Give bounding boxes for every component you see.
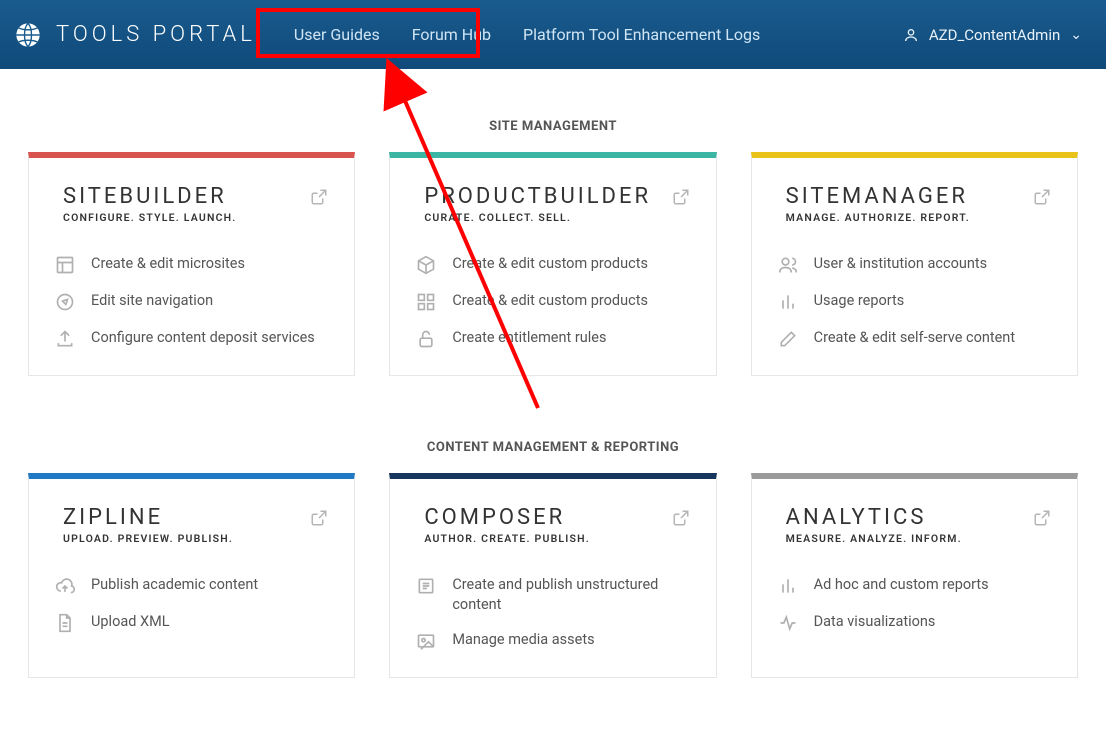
feature-item[interactable]: Create & edit custom products	[416, 283, 689, 320]
feature-item[interactable]: Create & edit self-serve content	[778, 320, 1051, 357]
card-subtitle: AUTHOR. CREATE. PUBLISH.	[424, 532, 590, 545]
logo-text: TOOLS PORTAL	[56, 22, 256, 47]
feature-item[interactable]: Create & edit custom products	[416, 246, 689, 283]
external-link-icon[interactable]	[310, 188, 328, 206]
card-title: ANALYTICS	[786, 505, 962, 530]
card-subtitle: UPLOAD. PREVIEW. PUBLISH.	[63, 532, 233, 545]
card-subtitle: MEASURE. ANALYZE. INFORM.	[786, 532, 962, 545]
document-icon	[416, 576, 436, 596]
card-zipline[interactable]: ZIPLINE UPLOAD. PREVIEW. PUBLISH. Publis…	[28, 473, 355, 678]
file-icon	[55, 613, 75, 633]
card-title: ZIPLINE	[63, 505, 233, 530]
external-link-icon[interactable]	[1033, 509, 1051, 527]
feature-item[interactable]: User & institution accounts	[778, 246, 1051, 283]
card-subtitle: CONFIGURE. STYLE. LAUNCH.	[63, 211, 236, 224]
feature-item[interactable]: Publish academic content	[55, 567, 328, 604]
feature-item[interactable]: Create entitlement rules	[416, 320, 689, 357]
bar-chart-icon	[778, 292, 798, 312]
feature-item[interactable]: Usage reports	[778, 283, 1051, 320]
card-productbuilder[interactable]: PRODUCTBUILDER CURATE. COLLECT. SELL. Cr…	[389, 152, 716, 376]
user-menu[interactable]: AZD_ContentAdmin ⌄	[903, 26, 1082, 44]
bar-chart-icon	[778, 576, 798, 596]
section-title-site-management: SITE MANAGEMENT	[28, 119, 1078, 134]
feature-item[interactable]: Manage media assets	[416, 622, 689, 659]
user-name: AZD_ContentAdmin	[929, 26, 1060, 44]
cloud-upload-icon	[55, 576, 75, 596]
feature-item[interactable]: Ad hoc and custom reports	[778, 567, 1051, 604]
card-title: SITEBUILDER	[63, 184, 236, 209]
feature-item[interactable]: Configure content deposit services	[55, 320, 328, 357]
card-composer[interactable]: COMPOSER AUTHOR. CREATE. PUBLISH. Create…	[389, 473, 716, 678]
edit-icon	[778, 329, 798, 349]
user-icon	[903, 27, 919, 43]
users-icon	[778, 255, 798, 275]
external-link-icon[interactable]	[672, 188, 690, 206]
grid-icon	[416, 292, 436, 312]
image-icon	[416, 631, 436, 651]
top-header: TOOLS PORTAL User Guides Forum Hub Platf…	[0, 0, 1106, 69]
card-subtitle: MANAGE. AUTHORIZE. REPORT.	[786, 211, 970, 224]
nav-user-guides[interactable]: User Guides	[278, 0, 396, 69]
card-row-site-management: SITEBUILDER CONFIGURE. STYLE. LAUNCH. Cr…	[28, 152, 1078, 376]
cube-icon	[416, 255, 436, 275]
lock-icon	[416, 329, 436, 349]
card-title: SITEMANAGER	[786, 184, 970, 209]
card-title: COMPOSER	[424, 505, 590, 530]
pulse-icon	[778, 613, 798, 633]
chevron-down-icon: ⌄	[1070, 27, 1082, 43]
feature-item[interactable]: Create & edit microsites	[55, 246, 328, 283]
nav-enhancement-logs[interactable]: Platform Tool Enhancement Logs	[507, 0, 776, 69]
feature-item[interactable]: Upload XML	[55, 604, 328, 641]
external-link-icon[interactable]	[672, 509, 690, 527]
compass-icon	[55, 292, 75, 312]
card-sitemanager[interactable]: SITEMANAGER MANAGE. AUTHORIZE. REPORT. U…	[751, 152, 1078, 376]
card-title: PRODUCTBUILDER	[424, 184, 651, 209]
page-body: SITE MANAGEMENT SITEBUILDER CONFIGURE. S…	[0, 119, 1106, 678]
external-link-icon[interactable]	[310, 509, 328, 527]
card-sitebuilder[interactable]: SITEBUILDER CONFIGURE. STYLE. LAUNCH. Cr…	[28, 152, 355, 376]
feature-item[interactable]: Data visualizations	[778, 604, 1051, 641]
top-nav: User Guides Forum Hub Platform Tool Enha…	[278, 0, 776, 69]
feature-item[interactable]: Edit site navigation	[55, 283, 328, 320]
feature-item[interactable]: Create and publish unstructured content	[416, 567, 689, 622]
card-row-content-management: ZIPLINE UPLOAD. PREVIEW. PUBLISH. Publis…	[28, 473, 1078, 678]
external-link-icon[interactable]	[1033, 188, 1051, 206]
logo-icon	[14, 21, 42, 49]
nav-forum-hub[interactable]: Forum Hub	[396, 0, 507, 69]
upload-icon	[55, 329, 75, 349]
section-title-content-management: CONTENT MANAGEMENT & REPORTING	[28, 440, 1078, 455]
card-subtitle: CURATE. COLLECT. SELL.	[424, 211, 651, 224]
card-analytics[interactable]: ANALYTICS MEASURE. ANALYZE. INFORM. Ad h…	[751, 473, 1078, 678]
layout-icon	[55, 255, 75, 275]
